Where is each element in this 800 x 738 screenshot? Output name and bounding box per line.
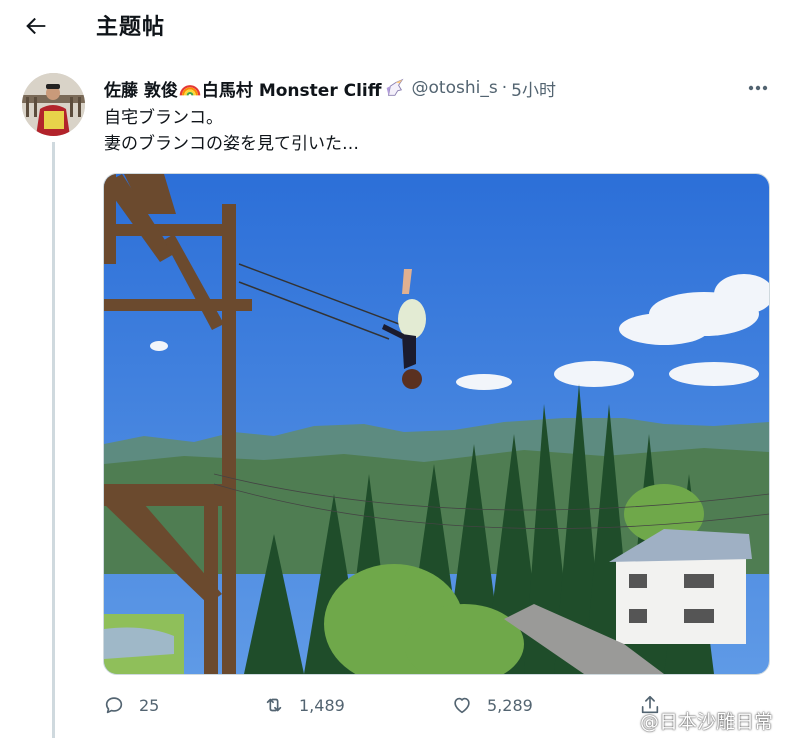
tweet-text-line: 妻のブランコの姿を見て引いた…: [104, 134, 359, 154]
top-bar: 主题帖: [0, 0, 800, 52]
retweet-button[interactable]: 1,489: [263, 690, 345, 720]
tweet-photo[interactable]: [103, 173, 770, 675]
rainbow-emoji-icon: [179, 85, 201, 96]
author-line: 佐藤 敦俊 白馬村 Monster Cliff @otoshi_s · 5小时: [104, 76, 556, 101]
retweet-icon: [266, 698, 282, 712]
arrow-left-icon[interactable]: [22, 12, 50, 40]
retweet-count: 1,489: [299, 695, 345, 715]
reply-count: 25: [139, 695, 160, 715]
author-location: 白馬村 Monster Cliff: [201, 80, 382, 101]
like-count: 5,289: [487, 695, 533, 715]
watermark-text: @日本沙雕日常: [640, 710, 774, 733]
tweet-actions: 25 1,489 5,289: [103, 690, 663, 720]
tweet-text-line: 自宅ブランコ。: [104, 108, 223, 128]
unicorn-emoji-icon: [386, 78, 404, 96]
author-handle[interactable]: @otoshi_s: [412, 78, 498, 98]
reply-icon: [105, 697, 123, 714]
reply-button[interactable]: 25: [103, 690, 159, 720]
avatar[interactable]: [22, 73, 85, 136]
more-horizontal-icon[interactable]: [744, 80, 772, 96]
page-title: 主题帖: [96, 15, 166, 40]
thread-line: [52, 142, 55, 738]
weibo-logo-icon: [613, 712, 636, 729]
author-name[interactable]: 佐藤 敦俊: [104, 76, 178, 101]
watermark: @日本沙雕日常: [612, 706, 773, 734]
tweet-text: 自宅ブランコ。 妻のブランコの姿を見て引いた…: [104, 105, 359, 157]
meta-separator: ·: [501, 78, 508, 98]
heart-icon: [454, 697, 470, 714]
post-time[interactable]: 5小时: [511, 76, 556, 101]
like-button[interactable]: 5,289: [451, 690, 533, 720]
